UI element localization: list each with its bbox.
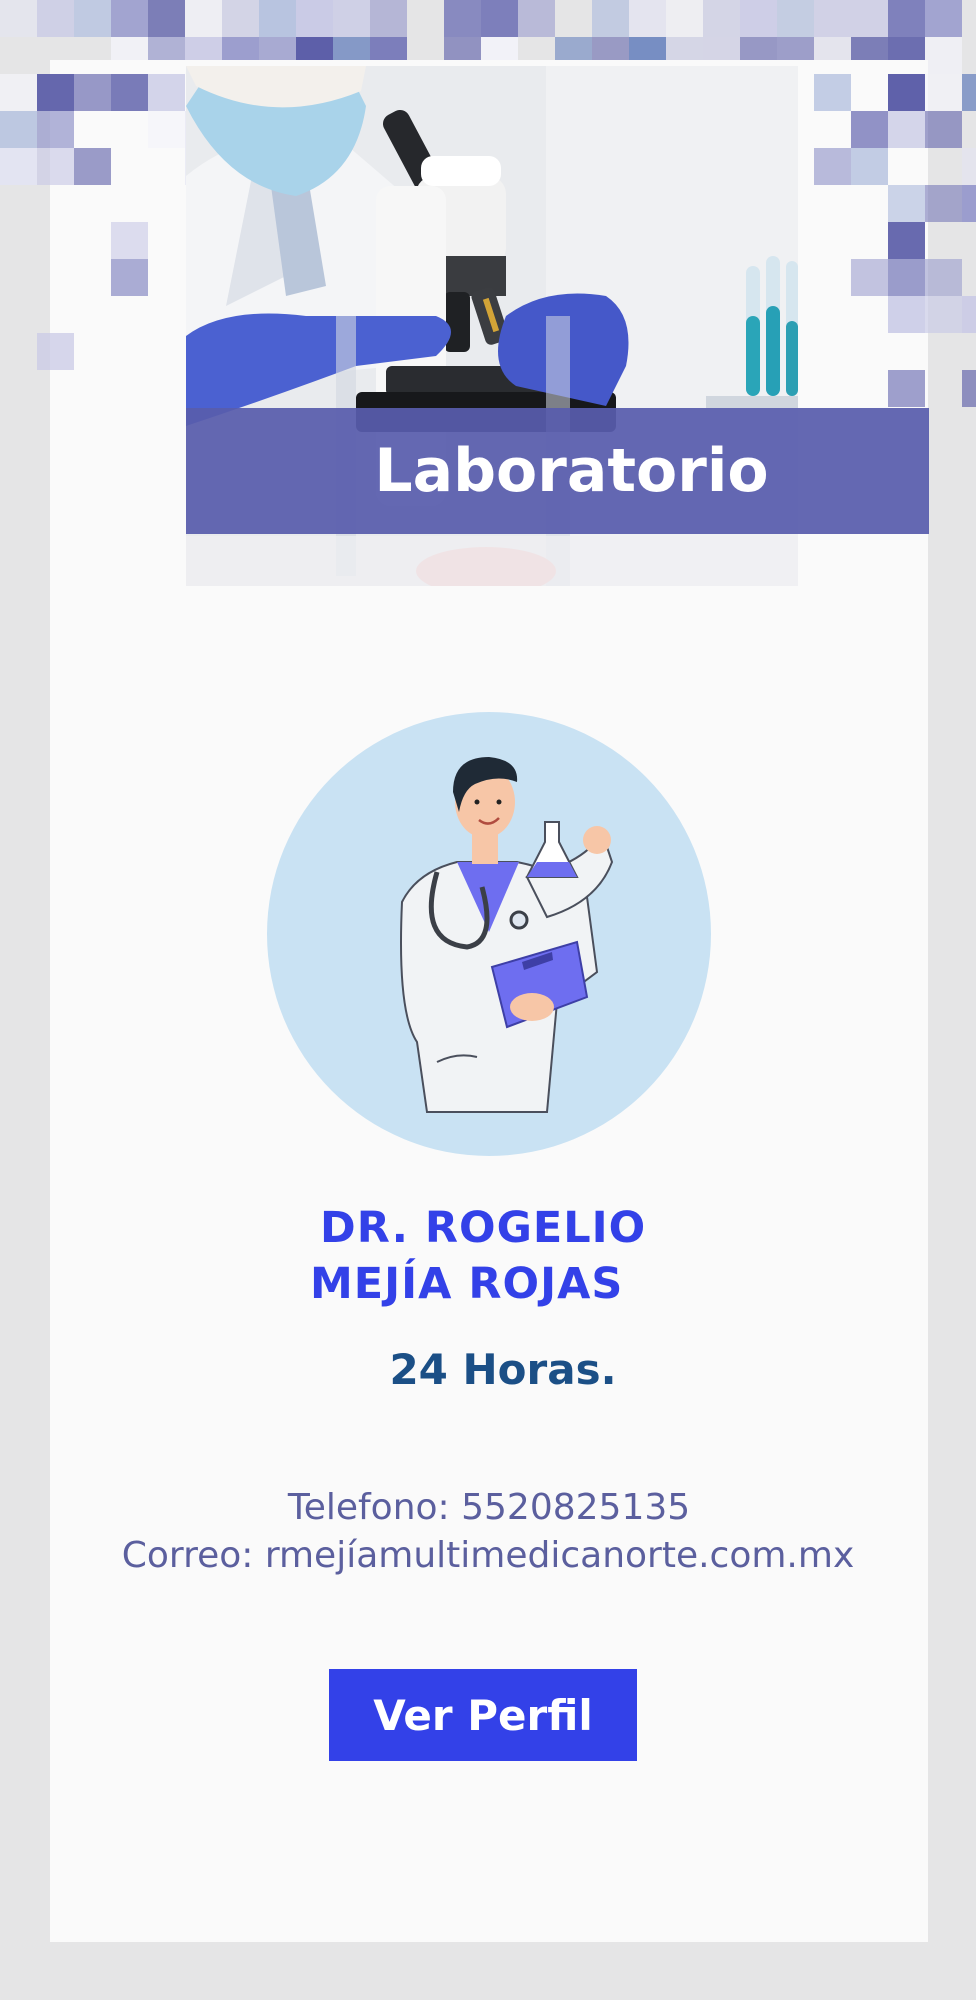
doctor-avatar xyxy=(267,712,711,1156)
mosaic-tile xyxy=(370,0,407,37)
view-profile-button[interactable]: Ver Perfil xyxy=(329,1669,637,1761)
mosaic-tile xyxy=(444,0,481,37)
mosaic-tile xyxy=(703,0,740,37)
mosaic-tile xyxy=(592,0,629,37)
mosaic-tile xyxy=(37,0,74,37)
mosaic-tile xyxy=(814,0,851,37)
mosaic-tile xyxy=(851,0,888,37)
mosaic-tile xyxy=(925,37,962,74)
mosaic-tile xyxy=(925,0,962,37)
mosaic-tile xyxy=(185,0,222,37)
mosaic-tile xyxy=(888,0,925,37)
mosaic-tile xyxy=(148,0,185,37)
mosaic-tile xyxy=(111,0,148,37)
mosaic-tile xyxy=(666,0,703,37)
mosaic-tile xyxy=(74,0,111,37)
mosaic-tile xyxy=(740,0,777,37)
mosaic-tile xyxy=(259,0,296,37)
doctor-name-line-2: MEJÍA ROJAS xyxy=(310,1259,624,1309)
mosaic-tile xyxy=(333,0,370,37)
contact-info: Telefono: 5520825135 Correo: rmejíamulti… xyxy=(0,1484,976,1580)
doctor-name: DR. ROGELIO MEJÍA ROJAS xyxy=(280,1200,700,1312)
email-text: Correo: rmejíamultimedicanorte.com.mx xyxy=(121,1535,855,1576)
mosaic-tile xyxy=(0,0,37,37)
section-banner: Laboratorio xyxy=(186,408,929,534)
doctor-name-line-1: DR. ROGELIO xyxy=(320,1203,647,1253)
mosaic-tile xyxy=(296,0,333,37)
mosaic-tile xyxy=(629,0,666,37)
mosaic-tile xyxy=(222,0,259,37)
banner-title: Laboratorio xyxy=(374,436,769,506)
mosaic-tile xyxy=(518,0,555,37)
mosaic-tile xyxy=(481,0,518,37)
availability-hours: 24 Horas. xyxy=(389,1345,617,1394)
phone-text: Telefono: 5520825135 xyxy=(287,1487,691,1528)
mosaic-tile xyxy=(777,0,814,37)
